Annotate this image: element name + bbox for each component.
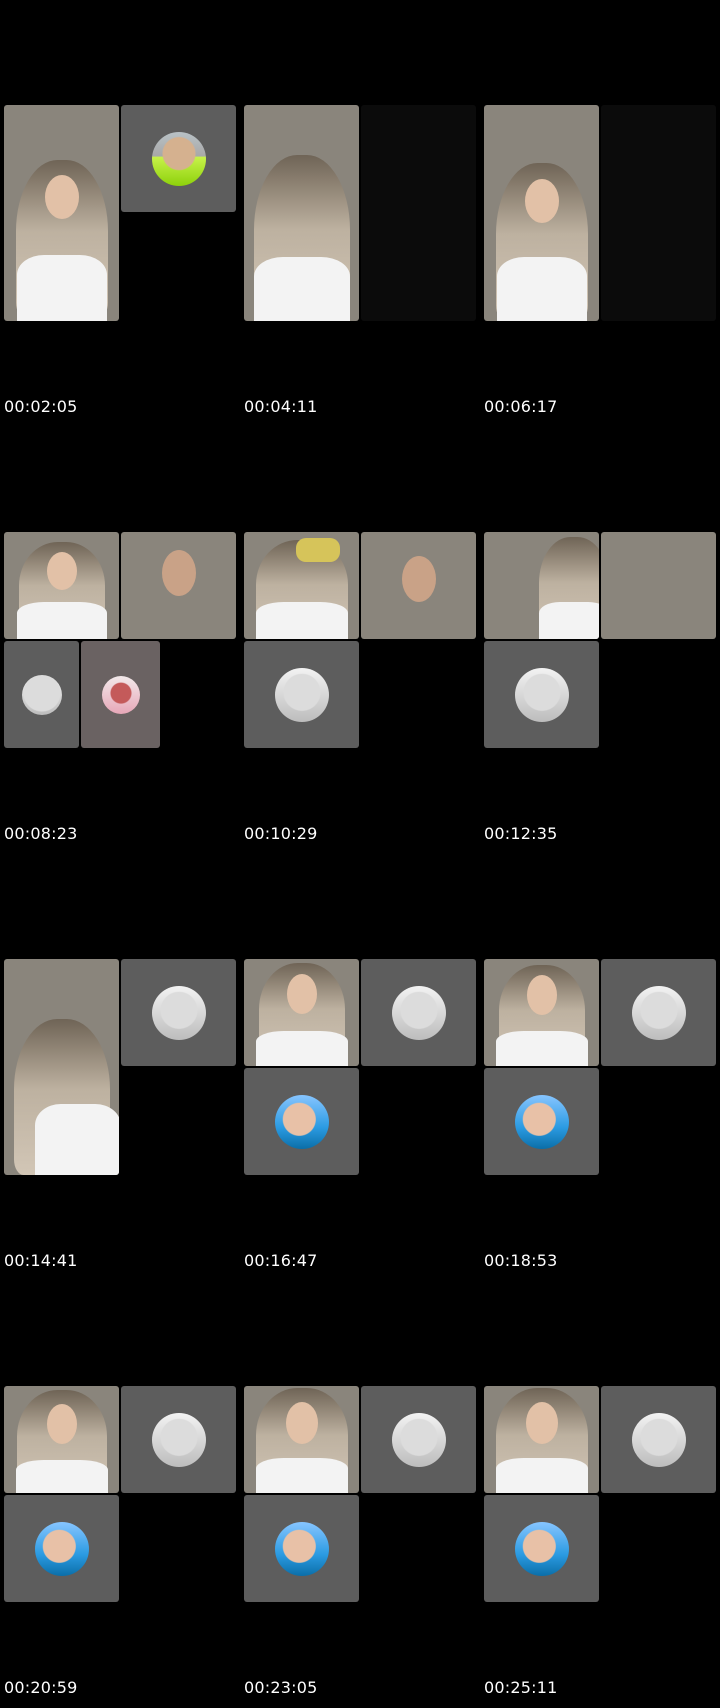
avatar-tile[interactable] [81,641,160,748]
video-tile-car[interactable] [361,532,476,639]
participant-shirt [16,255,107,321]
participant-avatar-icon [514,1094,569,1149]
participant-avatar-icon [21,674,62,715]
participant-avatar-icon [274,667,329,722]
participant-shirt [496,257,587,321]
video-tile-dark[interactable] [361,105,476,321]
timestamp-label: 00:25:11 [484,1678,558,1697]
participant-face [46,1404,77,1444]
avatar-tile[interactable] [601,959,716,1066]
avatar-tile[interactable] [361,959,476,1066]
participant-face [524,179,559,223]
video-tile-main[interactable] [244,532,359,639]
frame-cell-4: 00:08:23 [0,427,240,854]
participant-avatar-icon [151,1412,206,1467]
participant-avatar-icon [514,1521,569,1576]
participant-shirt [34,1104,119,1175]
frame-cell-3: 00:06:17 [480,0,720,427]
video-tile-main[interactable] [4,1386,119,1493]
participant-avatar-icon [391,985,446,1040]
participant-avatar-icon [631,985,686,1040]
frame-cell-12: 00:25:11 [480,1281,720,1708]
participant-avatar-icon [151,985,206,1040]
frame-cell-6: 00:12:35 [480,427,720,854]
participant-face [525,1402,558,1444]
frame-cell-1: 00:02:05 [0,0,240,427]
participant-face [46,552,77,590]
video-tile-main[interactable] [484,105,599,321]
participant-avatar-icon [274,1094,329,1149]
video-tile-car[interactable] [121,532,236,639]
participant-shirt [538,602,599,639]
video-tile-main[interactable] [244,1386,359,1493]
frame-cell-5: 00:10:29 [240,427,480,854]
participant-avatar-icon [34,1521,89,1576]
avatar-tile[interactable] [4,641,79,748]
video-tile-main[interactable] [244,959,359,1066]
frame-cell-11: 00:23:05 [240,1281,480,1708]
video-tile-main[interactable] [4,959,119,1175]
video-tile-car[interactable] [601,532,716,639]
avatar-tile[interactable] [121,105,236,212]
participant-avatar-icon [514,667,569,722]
video-tile-dark[interactable] [601,105,716,321]
timestamp-label: 00:10:29 [244,824,318,843]
cup-icon [296,538,340,562]
timestamp-label: 00:14:41 [4,1251,78,1270]
avatar-tile[interactable] [121,1386,236,1493]
avatar-tile[interactable] [361,1386,476,1493]
participant-avatar-icon [631,1412,686,1467]
timestamp-label: 00:12:35 [484,824,558,843]
participant-shirt [495,1031,588,1066]
participant-face [401,556,436,602]
frame-cell-9: 00:18:53 [480,854,720,1281]
timestamp-label: 00:18:53 [484,1251,558,1270]
frame-cell-8: 00:16:47 [240,854,480,1281]
frame-cell-2: 00:04:11 [240,0,480,427]
avatar-tile[interactable] [484,1068,599,1175]
video-tile-main[interactable] [484,1386,599,1493]
timestamp-label: 00:06:17 [484,397,558,416]
timestamp-label: 00:04:11 [244,397,318,416]
avatar-tile[interactable] [601,1386,716,1493]
participant-shirt [255,1031,348,1066]
video-tile-main[interactable] [484,959,599,1066]
timestamp-label: 00:20:59 [4,1678,78,1697]
participant-shirt [16,602,107,639]
participant-shirt [15,1460,108,1493]
avatar-tile[interactable] [244,1068,359,1175]
timestamp-label: 00:08:23 [4,824,78,843]
participant-shirt [253,257,350,321]
video-tile-main[interactable] [484,532,599,639]
participant-face [526,975,557,1015]
frame-cell-7: 00:14:41 [0,854,240,1281]
participant-avatar-icon [151,131,206,186]
avatar-tile[interactable] [484,641,599,748]
frame-cell-10: 00:20:59 [0,1281,240,1708]
participant-shirt [255,602,348,639]
timestamp-label: 00:02:05 [4,397,78,416]
participant-face [161,550,196,596]
video-tile-main[interactable] [244,105,359,321]
video-tile-main[interactable] [4,105,119,321]
avatar-tile[interactable] [121,959,236,1066]
participant-shirt [495,1458,588,1493]
participant-face [44,175,79,219]
avatar-tile[interactable] [4,1495,119,1602]
timestamp-label: 00:16:47 [244,1251,318,1270]
participant-face [286,974,317,1014]
avatar-tile[interactable] [244,1495,359,1602]
video-tile-main[interactable] [4,532,119,639]
participant-face [285,1402,318,1444]
timestamp-label: 00:23:05 [244,1678,318,1697]
participant-avatar-icon [274,1521,329,1576]
participant-avatar-icon [391,1412,446,1467]
avatar-tile[interactable] [244,641,359,748]
avatar-tile[interactable] [484,1495,599,1602]
participant-shirt [255,1458,348,1493]
participant-avatar-icon [101,675,140,714]
